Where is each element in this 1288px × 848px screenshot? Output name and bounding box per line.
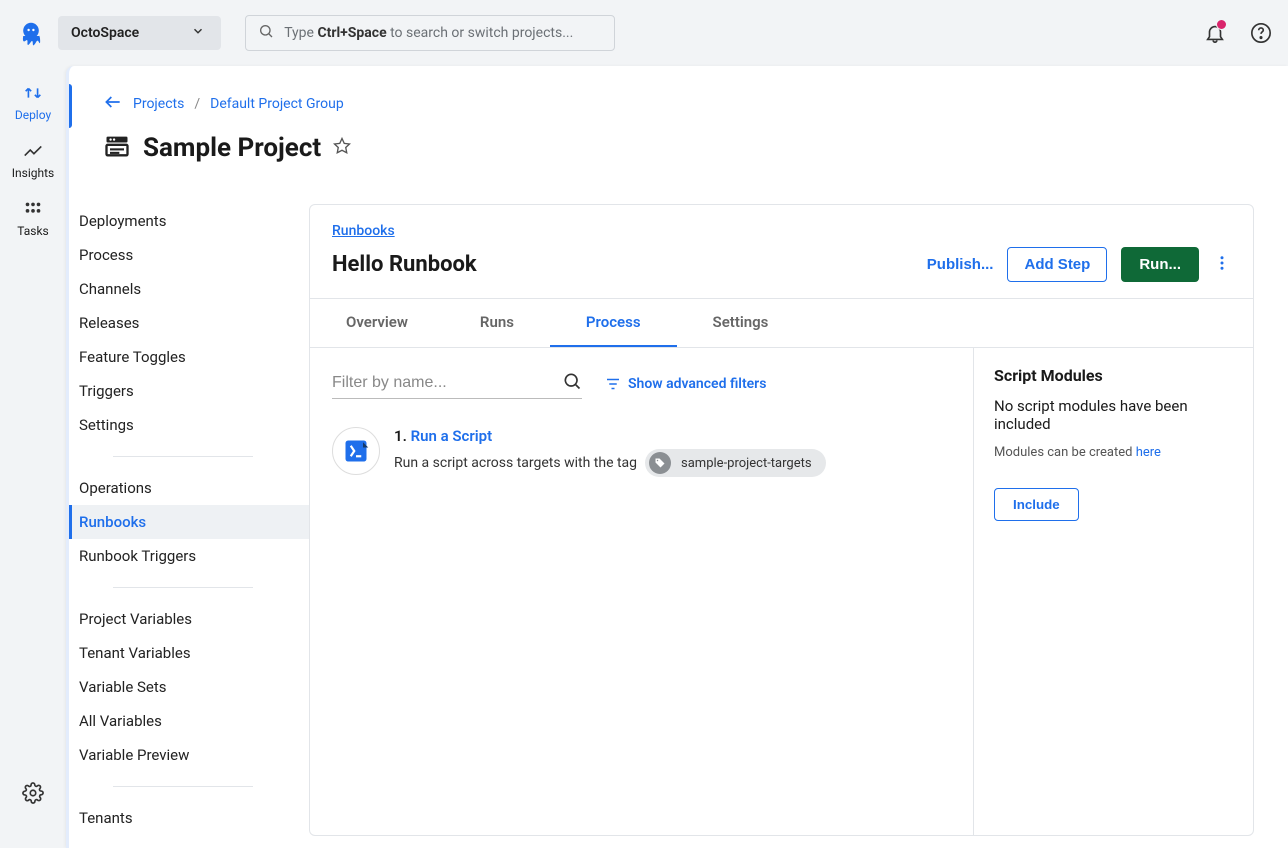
sidenav-sep [69, 587, 309, 588]
logo-icon[interactable] [16, 18, 46, 48]
rail-settings[interactable] [22, 782, 44, 804]
sidenav-item[interactable]: Tenant Variables [66, 636, 309, 670]
tab-runs[interactable]: Runs [444, 299, 550, 347]
rail-deploy[interactable]: Deploy [15, 82, 51, 122]
notification-badge [1216, 19, 1227, 30]
sidenav-item[interactable]: Triggers [66, 374, 309, 408]
tabs: Overview Runs Process Settings [310, 298, 1253, 348]
breadcrumb-projects[interactable]: Projects [133, 96, 184, 112]
sidenav-item[interactable]: Process [66, 238, 309, 272]
sidenav-item[interactable]: All Variables [66, 704, 309, 738]
add-step-button[interactable]: Add Step [1007, 247, 1107, 282]
script-modules-panel: Script Modules No script modules have be… [973, 348, 1253, 835]
run-button[interactable]: Run... [1121, 247, 1199, 282]
step-title: 1. Run a Script [394, 427, 826, 445]
chevron-down-icon [191, 24, 205, 42]
filter-input-wrap[interactable] [332, 368, 582, 399]
notifications-button[interactable] [1204, 22, 1226, 44]
star-icon[interactable] [333, 137, 351, 159]
tab-settings[interactable]: Settings [677, 299, 805, 347]
breadcrumb-group[interactable]: Default Project Group [210, 96, 344, 112]
sidenav-item[interactable]: Deployments [66, 204, 309, 238]
space-selector[interactable]: OctoSpace [58, 16, 221, 50]
sidenav-sep [69, 786, 309, 787]
step-description: Run a script across targets with the tag… [394, 449, 826, 477]
sidenav-sep [69, 456, 309, 457]
project-sidenav: Deployments Process Channels Releases Fe… [69, 184, 309, 836]
tab-overview[interactable]: Overview [310, 299, 444, 347]
sidenav-item[interactable]: Operations [66, 471, 309, 505]
sidenav-item[interactable]: Variable Sets [66, 670, 309, 704]
modules-empty-text: No script modules have been included [994, 397, 1233, 433]
tag-icon [649, 452, 671, 474]
main-panel: Projects / Default Project Group Sample … [66, 66, 1288, 848]
left-rail: Deploy Insights Tasks [0, 66, 66, 848]
runbooks-crumb[interactable]: Runbooks [332, 223, 395, 239]
search-input[interactable]: Type Ctrl+Space to search or switch proj… [245, 15, 615, 51]
search-icon[interactable] [562, 371, 582, 395]
rail-tasks[interactable]: Tasks [17, 198, 49, 238]
filter-input[interactable] [332, 368, 562, 398]
back-arrow-icon[interactable] [103, 92, 123, 116]
search-placeholder: Type Ctrl+Space to search or switch proj… [284, 25, 573, 41]
sidenav-item[interactable]: Project Variables [66, 602, 309, 636]
sidenav-item[interactable]: Channels [66, 272, 309, 306]
sidenav-item[interactable]: Tenants [66, 801, 309, 835]
advanced-filters-toggle[interactable]: Show advanced filters [604, 375, 766, 393]
page-title: Sample Project [143, 133, 321, 163]
step-name-link[interactable]: Run a Script [411, 427, 493, 445]
target-tag-chip[interactable]: sample-project-targets [645, 449, 826, 477]
tab-process[interactable]: Process [550, 299, 677, 347]
modules-title: Script Modules [994, 366, 1233, 385]
publish-button[interactable]: Publish... [927, 256, 994, 273]
modules-hint: Modules can be created here [994, 445, 1233, 460]
runbook-card: Runbooks Hello Runbook Publish... Add St… [309, 204, 1254, 836]
include-button[interactable]: Include [994, 488, 1079, 521]
sidenav-item[interactable]: Variable Preview [66, 738, 309, 772]
breadcrumb-sep: / [194, 96, 200, 112]
space-name: OctoSpace [71, 25, 139, 41]
script-step-icon [332, 427, 380, 475]
sidenav-item[interactable]: Feature Toggles [66, 340, 309, 374]
process-step[interactable]: 1. Run a Script Run a script across targ… [332, 427, 951, 477]
search-icon [258, 23, 274, 43]
page-title-row: Sample Project [69, 126, 1288, 184]
help-button[interactable] [1250, 22, 1272, 44]
sidenav-item-runbooks[interactable]: Runbooks [66, 505, 309, 539]
sidenav-item[interactable]: Settings [66, 408, 309, 442]
runbook-title: Hello Runbook [332, 252, 477, 277]
breadcrumb: Projects / Default Project Group [69, 66, 1288, 126]
sidenav-item[interactable]: Releases [66, 306, 309, 340]
topbar: OctoSpace Type Ctrl+Space to search or s… [0, 0, 1288, 66]
rail-insights[interactable]: Insights [12, 140, 54, 180]
project-icon [103, 132, 131, 164]
process-column: Show advanced filters 1. Run a Script [310, 348, 973, 835]
modules-here-link[interactable]: here [1136, 445, 1161, 460]
overflow-menu-icon[interactable] [1213, 254, 1231, 276]
sidenav-item[interactable]: Runbook Triggers [66, 539, 309, 573]
